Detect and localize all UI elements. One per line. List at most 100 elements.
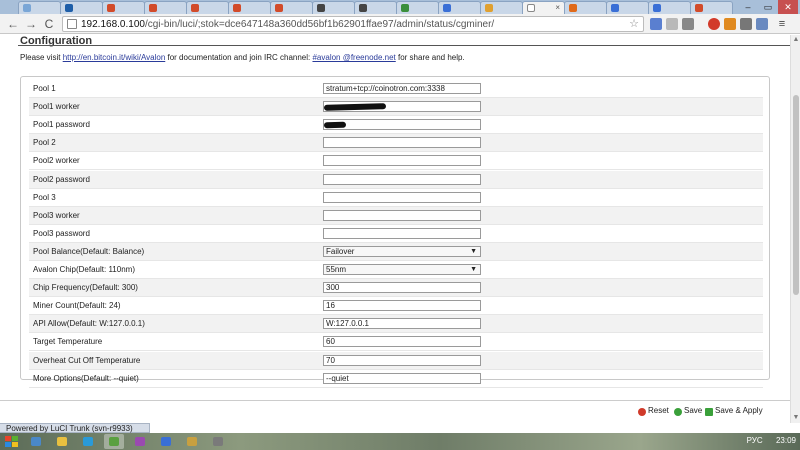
start-logo-yellow	[12, 442, 18, 447]
text-input[interactable]	[323, 137, 481, 149]
app-glyph	[213, 437, 223, 446]
field-label: Pool Balance(Default: Balance)	[33, 246, 145, 256]
tab-favicon-icon	[65, 4, 73, 12]
browser-tab[interactable]	[606, 1, 649, 14]
text-input[interactable]	[323, 209, 481, 221]
browser-tab[interactable]	[648, 1, 691, 14]
browser-tab[interactable]	[60, 1, 103, 14]
taskbar-app-icon[interactable]	[130, 434, 150, 449]
clock[interactable]: 23:09	[776, 436, 796, 445]
page-action-icon[interactable]	[666, 18, 678, 30]
bookmark-star-icon[interactable]: ☆	[629, 17, 639, 30]
address-bar[interactable]: 192.168.0.100/cgi-bin/luci/;stok=dce6471…	[62, 16, 644, 32]
forward-button[interactable]: →	[24, 17, 38, 31]
form-row: Miner Count(Default: 24) 16	[29, 297, 763, 316]
text-input[interactable]	[323, 191, 481, 203]
maximize-button[interactable]: ▭	[758, 0, 778, 14]
start-logo-red	[5, 436, 11, 441]
avalon-wiki-link[interactable]: http://en.bitcoin.it/wiki/Avalon	[63, 53, 166, 62]
browser-tab[interactable]: ×	[522, 1, 565, 14]
menu-icon[interactable]: ≡	[776, 18, 788, 30]
field-label: Pool3 password	[33, 228, 90, 238]
adblock-icon[interactable]	[708, 18, 720, 30]
browser-tab[interactable]	[144, 1, 187, 14]
text-input[interactable]: 60	[323, 336, 481, 348]
form-row: Pool2 worker	[29, 152, 763, 171]
rss-icon[interactable]	[724, 18, 736, 30]
field-label: Pool 1	[33, 84, 56, 93]
extension-icon-2[interactable]	[740, 18, 752, 30]
taskbar-app-icon[interactable]	[182, 434, 202, 449]
save-button[interactable]: Save	[674, 406, 702, 418]
form-row: Pool2 password	[29, 170, 763, 189]
form-row: Pool3 password	[29, 225, 763, 243]
app-glyph	[57, 437, 67, 446]
text-input[interactable]	[323, 101, 481, 113]
text-input[interactable]: W:127.0.0.1	[323, 318, 481, 330]
minimize-button[interactable]: –	[738, 0, 758, 14]
extension-icon[interactable]	[682, 18, 694, 30]
browser-tab[interactable]	[270, 1, 313, 14]
browser-tab[interactable]	[18, 1, 61, 14]
reset-button[interactable]: Reset	[638, 406, 669, 418]
browser-tab[interactable]	[480, 1, 523, 14]
browser-tab[interactable]	[228, 1, 271, 14]
form-row: Pool1 worker	[29, 98, 763, 117]
translate-icon[interactable]	[650, 18, 662, 30]
browser-tab[interactable]	[690, 1, 733, 14]
field-label: Pool2 worker	[33, 156, 80, 166]
text-input[interactable]: 70	[323, 354, 481, 366]
reload-button[interactable]: C	[42, 17, 56, 31]
tab-favicon-icon	[359, 4, 367, 12]
browser-tab[interactable]	[396, 1, 439, 14]
text-input[interactable]	[323, 227, 481, 239]
text-input[interactable]: 16	[323, 300, 481, 312]
text-input[interactable]: --quiet	[323, 372, 481, 384]
scroll-down-icon[interactable]: ▼	[792, 414, 800, 422]
window-close-button[interactable]: ✕	[778, 0, 798, 14]
intro-mid: for documentation and join IRC channel:	[165, 53, 313, 62]
text-input[interactable]: 300	[323, 282, 481, 294]
app-glyph	[187, 437, 197, 446]
save-apply-button[interactable]: Save & Apply	[705, 406, 763, 418]
title-divider	[18, 45, 790, 46]
text-input[interactable]	[323, 155, 481, 167]
start-logo-blue	[5, 442, 11, 447]
browser-tab[interactable]	[312, 1, 355, 14]
irc-channel-link[interactable]: #avalon @freenode.net	[312, 53, 395, 62]
text-input[interactable]	[323, 173, 481, 185]
field-label: Overheat Cut Off Temperature	[33, 355, 141, 365]
tab-close-icon[interactable]: ×	[555, 3, 560, 12]
select-field[interactable]: 55nm ▼	[323, 264, 481, 275]
config-panel: Pool 1 stratum+tcp://coinotron.com:3338 Po…	[20, 76, 770, 388]
browser-tab[interactable]	[354, 1, 397, 14]
vertical-scrollbar[interactable]: ▲ ▼	[790, 35, 800, 423]
back-button[interactable]: ←	[6, 17, 20, 31]
taskbar-app-icon[interactable]	[52, 434, 72, 449]
scroll-up-icon[interactable]: ▲	[792, 36, 800, 44]
taskbar-app-icon[interactable]	[104, 434, 124, 449]
input-value: 70	[326, 355, 335, 365]
scrollbar-thumb[interactable]	[793, 95, 799, 295]
browser-tab[interactable]	[564, 1, 607, 14]
taskbar-app-icon[interactable]	[26, 434, 46, 449]
taskbar-app-icon[interactable]	[78, 434, 98, 449]
input-value: stratum+tcp://coinotron.com:3338	[326, 84, 445, 93]
extension-icon-3[interactable]	[756, 18, 768, 30]
browser-tab[interactable]	[438, 1, 481, 14]
language-indicator[interactable]: РУС	[747, 436, 763, 445]
select-field[interactable]: Failover ▼	[323, 245, 481, 257]
app-glyph	[135, 437, 145, 446]
form-row: Pool Balance(Default: Balance) Failover ▼	[29, 242, 763, 261]
page-content: Configuration Please visit http://en.bit…	[0, 35, 790, 423]
text-input[interactable]: stratum+tcp://coinotron.com:3338	[323, 83, 481, 94]
intro-text: Please visit http://en.bitcoin.it/wiki/A…	[20, 53, 465, 62]
browser-tab[interactable]	[102, 1, 145, 14]
windows-taskbar: РУС 23:09	[0, 433, 800, 450]
tab-favicon-icon	[443, 4, 451, 12]
text-input[interactable]	[323, 119, 481, 131]
start-button[interactable]	[4, 435, 20, 448]
taskbar-app-icon[interactable]	[208, 434, 228, 449]
taskbar-app-icon[interactable]	[156, 434, 176, 449]
browser-tab[interactable]	[186, 1, 229, 14]
